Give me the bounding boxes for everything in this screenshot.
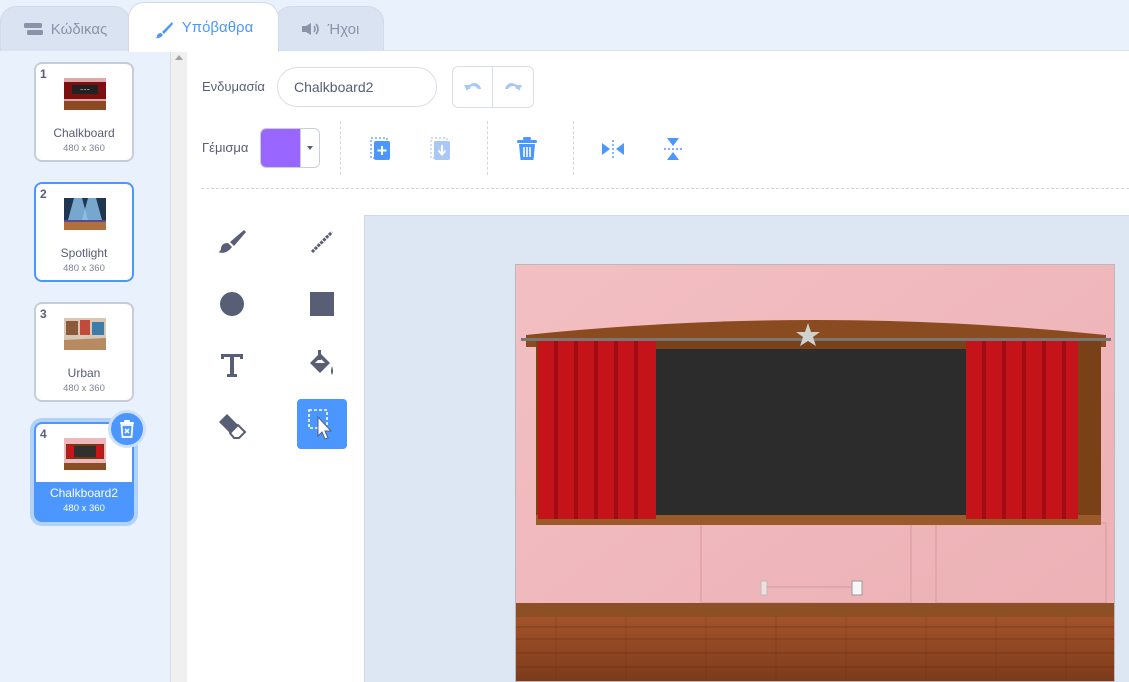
tab-backdrops-label: Υπόβαθρα [181,19,254,36]
circle-icon [220,292,244,316]
scroll-up-arrow-icon[interactable] [175,55,183,60]
backdrop-number: 3 [40,307,47,321]
backdrop-size: 480 x 360 [63,263,105,274]
backdrop-size: 480 x 360 [63,503,105,514]
tab-sounds-label: Ήχοι [327,20,360,38]
select-icon [308,409,333,440]
backdrop-number: 2 [40,187,47,201]
line-icon [310,230,334,254]
fill-label: Γέμισμα [202,140,249,155]
paint-bucket-icon [310,350,333,375]
copy-icon [370,137,390,160]
backdrop-name: Spotlight [60,246,108,260]
text-tool[interactable] [207,340,257,390]
paint-editor: Ενδυμασία Chalkboard2 Γέμισμα [187,51,1129,682]
tab-sounds[interactable]: Ήχοι [275,6,384,51]
flip-vertical-button[interactable] [659,135,687,163]
paste-button[interactable] [427,135,455,163]
backdrop-size: 480 x 360 [63,143,105,154]
eraser-icon [219,414,247,439]
backdrop-canvas[interactable] [515,264,1115,682]
trash-icon [120,420,134,438]
delete-backdrop-button[interactable] [108,410,146,448]
text-icon [221,354,243,377]
backdrop-size: 480 x 360 [63,383,105,394]
trash-icon [517,137,537,160]
tab-code[interactable]: Κώδικας [0,6,130,51]
fill-color-picker[interactable] [260,128,320,168]
chalkboard2-thumbnail [64,438,106,470]
undo-icon [463,83,481,91]
rectangle-tool[interactable] [297,279,347,329]
backdrop-name: Chalkboard2 [49,486,119,500]
redo-icon [505,83,522,91]
speaker-icon [300,22,320,36]
select-tool[interactable] [297,399,347,449]
fill-tool[interactable] [297,340,347,390]
urban-thumbnail [64,318,106,350]
svg-text:~~~: ~~~ [80,87,90,92]
backdrop-item-urban[interactable]: 3 Urban 480 x 360 [34,302,134,402]
spotlight-thumbnail [64,198,106,230]
chevron-down-icon [299,129,319,167]
chalkboard-backdrop-image [516,265,1114,681]
paste-icon [430,137,450,160]
backdrop-list: 1 ~~~ Chalkboard 480 x 360 2 Spotlight 4… [0,51,170,682]
backdrop-list-scrollbar[interactable] [170,51,187,682]
delete-button[interactable] [513,135,541,163]
costume-name-label: Ενδυμασία [202,79,265,94]
backdrop-item-spotlight[interactable]: 2 Spotlight 480 x 360 [34,182,134,282]
paintbrush-icon [154,21,174,38]
backdrop-number: 1 [40,67,47,81]
backdrop-item-chalkboard[interactable]: 1 ~~~ Chalkboard 480 x 360 [34,62,134,162]
redo-button[interactable] [493,67,533,107]
undo-redo-group [452,66,534,108]
brush-icon [218,230,246,253]
costume-name-input[interactable]: Chalkboard2 [277,67,437,107]
backdrop-name: Chalkboard [53,126,115,140]
line-tool[interactable] [297,217,347,267]
eraser-tool[interactable] [207,401,257,451]
brush-tool[interactable] [207,217,257,267]
code-icon [23,22,43,36]
editor-tabs: Κώδικας Ήχοι Υπόβαθρα [0,0,1129,52]
flip-horizontal-button[interactable] [599,135,627,163]
flip-horizontal-icon [602,140,624,158]
rectangle-icon [310,292,334,316]
backdrop-number: 4 [40,427,47,441]
undo-button[interactable] [453,67,494,107]
fill-color-swatch [261,129,300,167]
backdrop-name: Urban [67,366,101,380]
circle-tool[interactable] [207,279,257,329]
tab-code-label: Κώδικας [50,20,108,38]
tab-backdrops[interactable]: Υπόβαθρα [128,2,279,52]
copy-button[interactable] [367,135,395,163]
chalkboard-thumbnail: ~~~ [64,78,106,110]
flip-vertical-icon [664,138,682,160]
